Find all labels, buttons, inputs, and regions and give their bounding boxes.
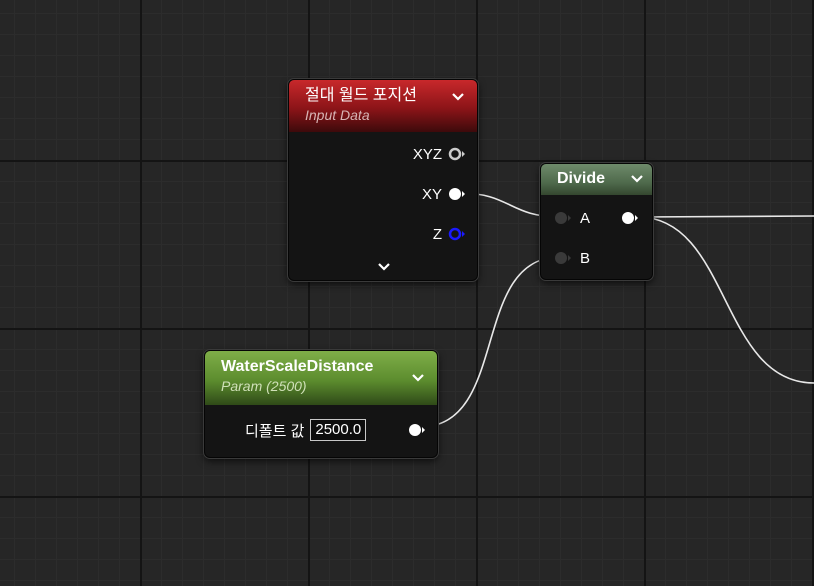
input-pin-icon[interactable] xyxy=(554,251,572,265)
output-pin[interactable] xyxy=(621,208,639,228)
connected-pin-icon[interactable] xyxy=(448,187,466,201)
output-pin[interactable] xyxy=(408,418,426,442)
connected-pin-icon[interactable] xyxy=(621,211,639,225)
node-title: WaterScaleDistance xyxy=(221,358,374,375)
expand-pins-chevron-icon[interactable] xyxy=(377,260,391,274)
chevron-down-icon[interactable] xyxy=(451,90,465,104)
wire-param-to-b xyxy=(419,256,561,428)
input-pin-icon[interactable] xyxy=(554,211,572,225)
divide-node[interactable]: Divide A B xyxy=(540,163,653,280)
chevron-down-icon[interactable] xyxy=(411,371,425,385)
wire-divide-to-out-bottom xyxy=(637,216,814,384)
output-pin-z[interactable]: Z xyxy=(433,224,466,244)
wire-divide-to-out-top xyxy=(637,215,814,218)
node-header[interactable]: WaterScaleDistance Param (2500) xyxy=(205,351,437,405)
connected-pin-icon[interactable] xyxy=(408,423,426,437)
default-value-row: 디폴트 값 2500.0 xyxy=(245,418,367,442)
default-value-label: 디폴트 값 xyxy=(245,422,305,440)
water-scale-distance-node[interactable]: WaterScaleDistance Param (2500) 디폴트 값 25… xyxy=(204,350,438,458)
default-value-input[interactable]: 2500.0 xyxy=(310,419,367,441)
pin-label: XY xyxy=(421,185,442,203)
pin-label: A xyxy=(580,209,591,227)
node-header[interactable]: Divide xyxy=(541,164,652,195)
node-title: Divide xyxy=(557,170,606,187)
pin-label: XYZ xyxy=(412,145,442,163)
input-pin-b[interactable]: B xyxy=(554,248,590,268)
output-pin-xyz[interactable]: XYZ xyxy=(413,144,466,164)
node-subtitle: Input Data xyxy=(305,107,370,123)
input-pin-a[interactable]: A xyxy=(554,208,590,228)
z-pin-icon[interactable] xyxy=(448,227,466,241)
node-header[interactable]: 절대 월드 포지션 Input Data xyxy=(289,80,477,132)
node-title: 절대 월드 포지션 xyxy=(305,87,417,104)
node-subtitle: Param (2500) xyxy=(221,378,307,394)
vector-pin-icon[interactable] xyxy=(448,147,466,161)
chevron-down-icon[interactable] xyxy=(630,172,644,186)
pin-label: B xyxy=(580,249,591,267)
pin-label: Z xyxy=(432,225,442,243)
absolute-world-position-node[interactable]: 절대 월드 포지션 Input Data XYZ XY Z xyxy=(288,79,478,281)
output-pin-xy[interactable]: XY xyxy=(422,184,466,204)
